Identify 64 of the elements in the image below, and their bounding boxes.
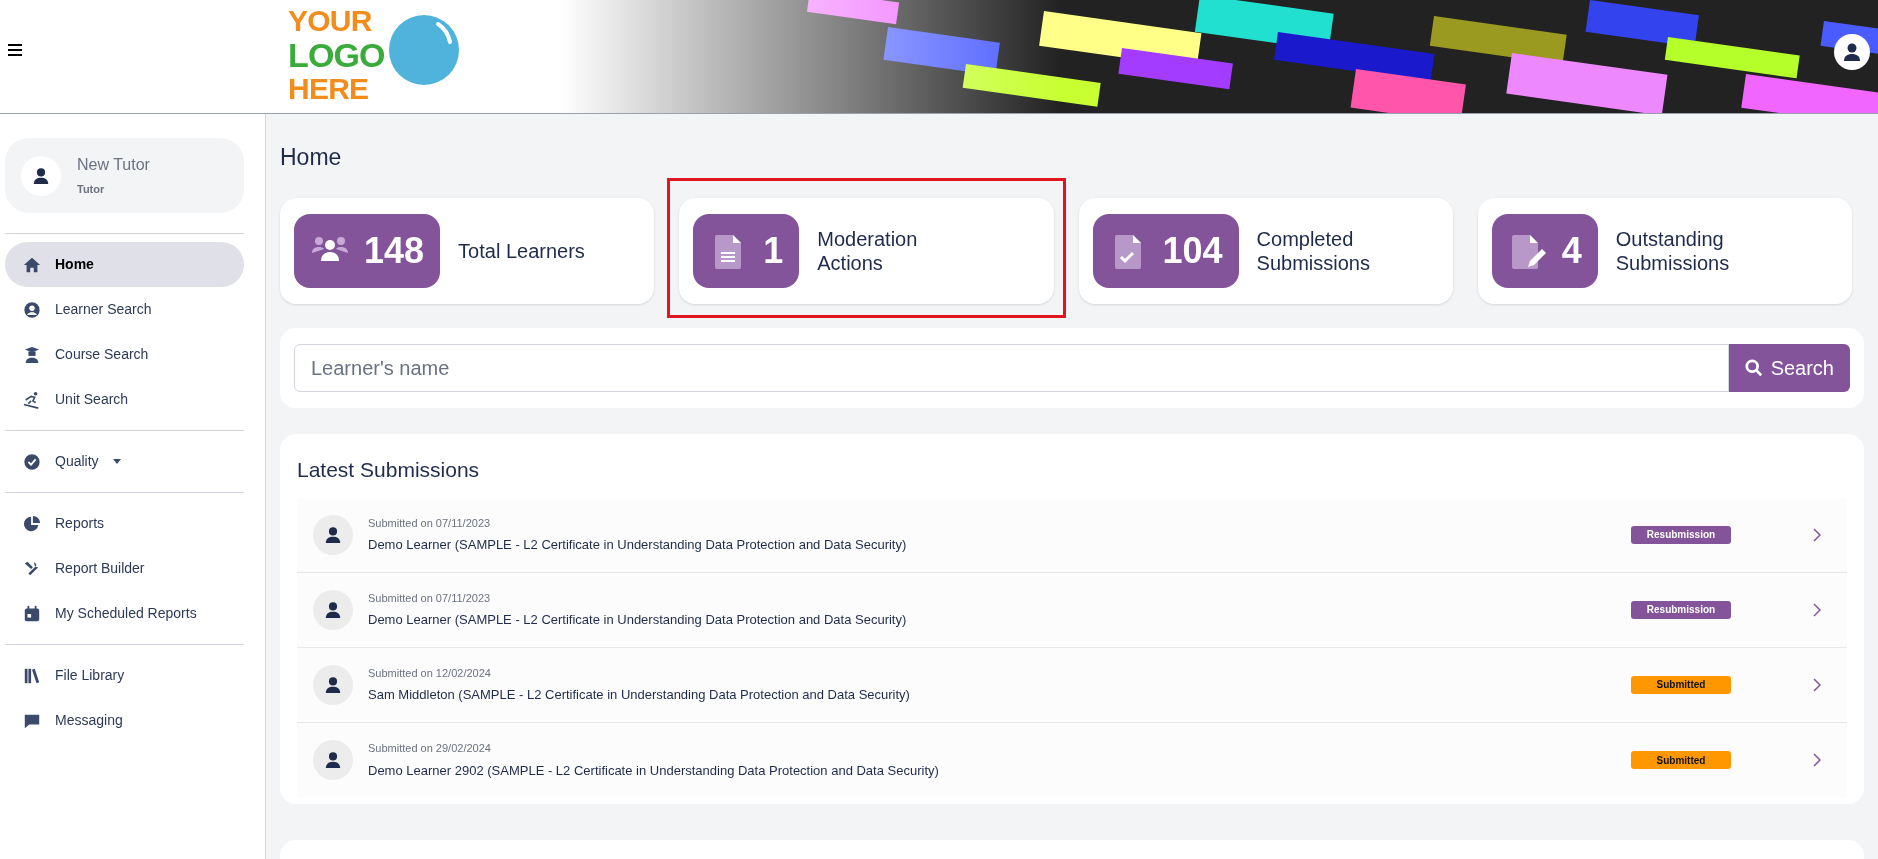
chevron-right-icon [1813,677,1821,692]
home-icon [23,255,41,274]
stat-card[interactable]: 4 Outstanding Submissions [1477,198,1852,304]
nav-item[interactable]: Report Builder [5,546,244,591]
stat-label: Outstanding Submissions [1615,227,1731,275]
submission-title: Demo Learner (SAMPLE - L2 Certificate in Understanding Data Protection and Data Security) [368,536,908,554]
logo-ball-icon [388,14,460,86]
stat-value: 4 [1561,229,1582,273]
nav-item[interactable]: Reports [5,501,244,546]
skier-icon [23,390,41,409]
stat-card[interactable]: 1 Moderation Actions [679,198,1054,304]
nav-item[interactable]: Unit Search [5,377,244,422]
logo-text: YOUR [288,4,372,38]
section-title: Latest Submissions [297,457,481,483]
nav-item[interactable]: Learner Search [5,287,244,332]
nav-item[interactable]: My Scheduled Reports [5,591,244,636]
status-badge: Submitted [1631,751,1731,769]
caret-icon [112,459,121,464]
menu-icon[interactable] [8,44,22,56]
user-role: Tutor [77,182,106,198]
nav-item[interactable]: Home [5,242,244,287]
pie-chart-icon [23,514,41,533]
status-badge: Resubmission [1631,600,1731,619]
page-title: Home [280,143,343,172]
search-field[interactable]: Learner's name [294,344,1729,392]
search-button[interactable]: Search [1728,344,1850,392]
submission-date: Submitted on 07/11/2023 [368,515,492,531]
stat-card[interactable]: 104 Completed Submissions [1078,198,1453,304]
nav-item[interactable]: Quality [5,439,244,484]
submission-date: Submitted on 29/02/2024 [368,741,492,756]
logo-text: HERE [288,72,369,106]
user-circle-icon [23,300,41,319]
avatar-icon [313,589,353,630]
avatar-icon [313,514,353,555]
submission-date: Submitted on 07/11/2023 [368,590,492,606]
check-circle-icon [23,452,41,471]
stat-label: Moderation Actions [817,227,919,275]
graduate-icon [23,345,41,364]
stat-value: 148 [364,229,425,273]
submission-title: Sam Middleton (SAMPLE - L2 Certificate in Understanding Data Protection and Data Security) [368,686,911,704]
stat-value: 1 [763,229,784,273]
avatar-icon [313,740,353,780]
nav-item[interactable]: File Library [5,653,244,698]
stat-value: 104 [1162,229,1223,273]
search-icon [1744,359,1763,377]
nav-item[interactable]: Course Search [5,332,244,377]
submission-title: Demo Learner 2902 (SAMPLE - L2 Certificate in Understanding Data Protection and Data Security) [368,761,940,780]
submission-date: Submitted on 12/02/2024 [368,665,492,681]
status-badge: Resubmission [1631,525,1731,544]
submission-title: Demo Learner (SAMPLE - L2 Certificate in Understanding Data Protection and Data Security) [368,611,908,629]
stat-label: Total Learners [458,239,586,263]
chevron-right-icon [1813,753,1821,767]
avatar-icon [21,155,61,196]
chevron-right-icon [1813,602,1821,617]
books-icon [23,666,41,685]
stat-label: Completed Submissions [1256,227,1371,275]
avatar-icon [313,664,353,705]
user-name: New Tutor [77,155,150,176]
calendar-icon [23,604,41,623]
nav-item[interactable]: Messaging [5,698,244,743]
chevron-right-icon [1813,527,1821,542]
logo-text: LOGO [288,38,385,72]
status-badge: Submitted [1631,675,1731,694]
stat-card[interactable]: 148 Total Learners [280,198,655,304]
